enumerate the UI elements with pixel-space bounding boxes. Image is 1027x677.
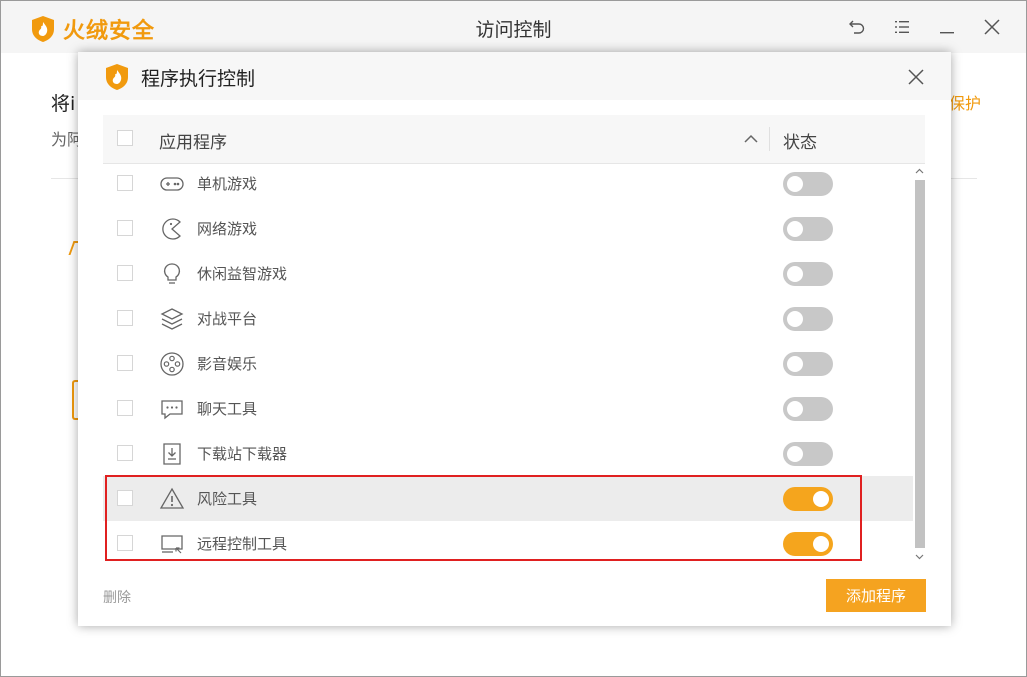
row-label: 聊天工具 bbox=[197, 400, 258, 418]
row-label: 单机游戏 bbox=[197, 175, 258, 193]
status-toggle[interactable] bbox=[783, 397, 833, 421]
close-icon bbox=[984, 19, 1000, 35]
close-window-button[interactable] bbox=[980, 15, 1004, 39]
table-row[interactable]: 下载站下载器 bbox=[103, 431, 913, 476]
undo-arrow-icon bbox=[849, 20, 865, 34]
table-row[interactable]: 对战平台 bbox=[103, 296, 913, 341]
table-row[interactable]: 聊天工具 bbox=[103, 386, 913, 431]
table-row[interactable]: 风险工具 bbox=[103, 476, 913, 521]
film-reel-icon bbox=[160, 352, 184, 376]
table-row[interactable]: 网络游戏 bbox=[103, 206, 913, 251]
row-checkbox[interactable] bbox=[117, 400, 133, 416]
row-label: 对战平台 bbox=[197, 310, 258, 328]
row-checkbox[interactable] bbox=[117, 265, 133, 281]
status-toggle[interactable] bbox=[783, 172, 833, 196]
status-toggle[interactable] bbox=[783, 487, 833, 511]
row-checkbox[interactable] bbox=[117, 310, 133, 326]
column-header-app: 应用程序 bbox=[159, 133, 227, 153]
table-body: 单机游戏 网络游戏 休闲益智游戏 对战平台 影音娱乐 聊天工具 下载站下载器 风… bbox=[103, 164, 913, 564]
column-separator bbox=[769, 127, 770, 151]
menu-list-icon bbox=[895, 21, 909, 33]
delete-button[interactable]: 删除 bbox=[103, 587, 131, 607]
scroll-down-button[interactable] bbox=[914, 550, 925, 564]
status-toggle[interactable] bbox=[783, 442, 833, 466]
table-header: 应用程序 状态 bbox=[103, 115, 925, 164]
layers-icon bbox=[160, 308, 184, 330]
status-toggle[interactable] bbox=[783, 532, 833, 556]
scroll-track[interactable] bbox=[915, 180, 925, 548]
table-row[interactable]: 影音娱乐 bbox=[103, 341, 913, 386]
lightbulb-icon bbox=[164, 263, 180, 284]
row-label: 下载站下载器 bbox=[197, 445, 288, 463]
row-checkbox[interactable] bbox=[117, 175, 133, 191]
minimize-icon bbox=[940, 32, 954, 34]
background-protect-link[interactable]: 保护 bbox=[949, 90, 981, 114]
window-title: 访问控制 bbox=[475, 19, 552, 41]
row-label: 网络游戏 bbox=[197, 220, 258, 238]
chat-bubble-icon bbox=[161, 400, 183, 420]
scroll-up-arrow-icon bbox=[915, 168, 924, 174]
status-toggle[interactable] bbox=[783, 352, 833, 376]
app-window: 火绒安全 访问控制 将i 为阿 保护 程序执行控制 应用程序 状态 单机游戏 网… bbox=[0, 0, 1027, 677]
minimize-button[interactable] bbox=[935, 15, 959, 39]
table-row[interactable]: 单机游戏 bbox=[103, 164, 913, 206]
remote-screen-icon bbox=[161, 535, 183, 554]
row-checkbox[interactable] bbox=[117, 355, 133, 371]
scroll-up-button[interactable] bbox=[914, 164, 925, 178]
vertical-scrollbar[interactable] bbox=[914, 164, 925, 564]
dialog-title: 程序执行控制 bbox=[141, 68, 256, 90]
gamepad-icon bbox=[160, 177, 184, 191]
scroll-down-arrow-icon bbox=[915, 554, 924, 560]
status-toggle[interactable] bbox=[783, 307, 833, 331]
row-checkbox[interactable] bbox=[117, 490, 133, 506]
scroll-thumb[interactable] bbox=[915, 180, 925, 548]
row-label: 风险工具 bbox=[197, 490, 258, 508]
back-button[interactable] bbox=[845, 15, 869, 39]
select-all-checkbox[interactable] bbox=[117, 130, 133, 146]
background-heading: 将i bbox=[51, 93, 76, 115]
status-toggle[interactable] bbox=[783, 217, 833, 241]
column-header-state: 状态 bbox=[783, 133, 817, 153]
warning-icon bbox=[159, 487, 185, 509]
row-label: 远程控制工具 bbox=[197, 535, 288, 553]
download-icon bbox=[163, 443, 181, 465]
row-label: 影音娱乐 bbox=[197, 355, 258, 373]
status-toggle[interactable] bbox=[783, 262, 833, 286]
dialog-header: 程序执行控制 bbox=[78, 52, 951, 100]
table-row[interactable]: 远程控制工具 bbox=[103, 521, 913, 564]
row-checkbox[interactable] bbox=[117, 220, 133, 236]
close-dialog-icon[interactable] bbox=[905, 66, 927, 88]
huorong-logo-icon bbox=[106, 64, 128, 90]
program-execution-control-dialog: 程序执行控制 应用程序 状态 单机游戏 网络游戏 休闲益智游戏 对战平台 影音娱… bbox=[78, 52, 951, 626]
title-bar: 火绒安全 访问控制 bbox=[1, 1, 1026, 53]
menu-button[interactable] bbox=[890, 15, 914, 39]
row-checkbox[interactable] bbox=[117, 535, 133, 551]
pacman-icon bbox=[162, 218, 181, 240]
add-program-button[interactable]: 添加程序 bbox=[826, 579, 926, 612]
table-row[interactable]: 休闲益智游戏 bbox=[103, 251, 913, 296]
row-label: 休闲益智游戏 bbox=[197, 265, 288, 283]
program-table: 应用程序 状态 单机游戏 网络游戏 休闲益智游戏 对战平台 影音娱乐 聊天工具 … bbox=[103, 115, 925, 622]
sort-chevron-up-icon[interactable] bbox=[741, 129, 761, 149]
row-checkbox[interactable] bbox=[117, 445, 133, 461]
